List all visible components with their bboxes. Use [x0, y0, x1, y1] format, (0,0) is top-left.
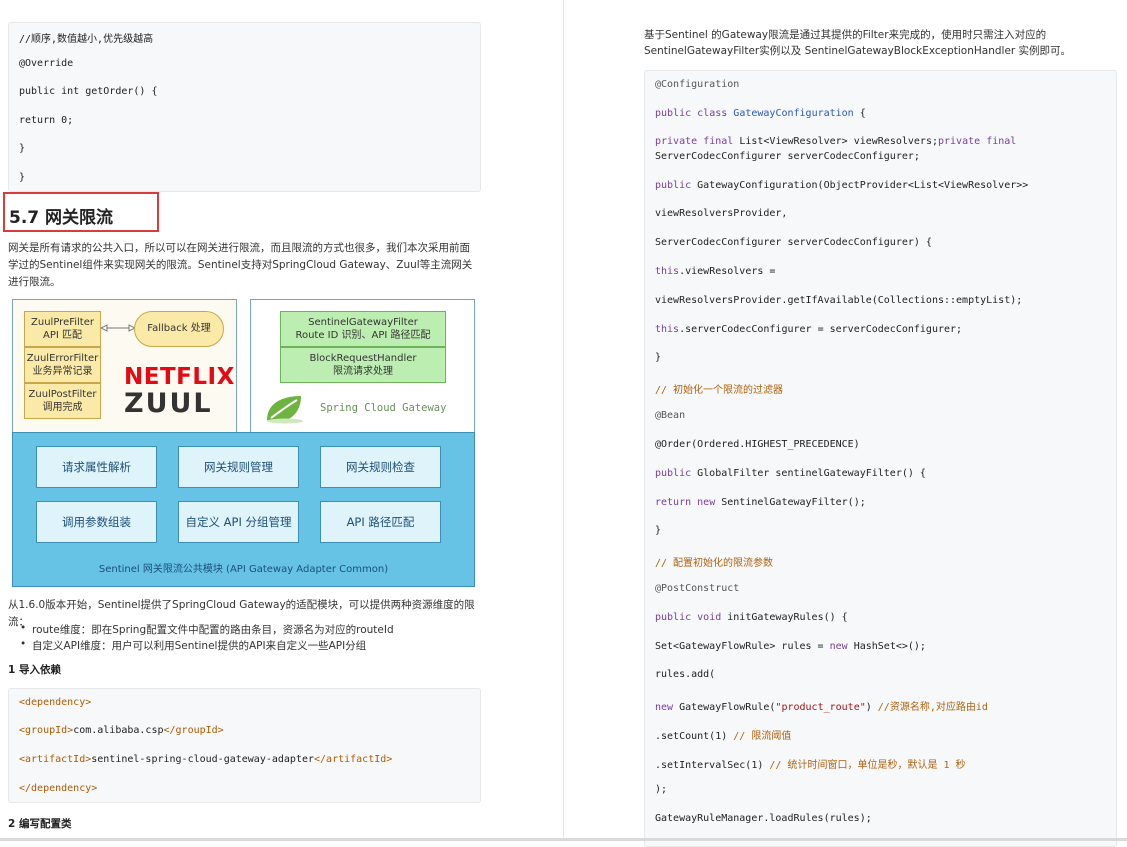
- filter-desc: API 匹配: [43, 330, 82, 341]
- code-line: public class GatewayConfiguration {: [655, 108, 866, 119]
- group-id-value: com.alibaba.csp: [73, 725, 164, 736]
- gateway-config-code-block: @Configuration public class GatewayConfig…: [644, 70, 1117, 847]
- code-line: return new SentinelGatewayFilter();: [655, 497, 866, 508]
- code-line: //顺序,数值越小,优先级越高: [19, 34, 154, 45]
- code-line: public void initGatewayRules() {: [655, 612, 848, 623]
- module-custom-api-group: 自定义 API 分组管理: [178, 501, 299, 543]
- code-line: private final List<ViewResolver> viewRes…: [655, 136, 1017, 147]
- code-line: viewResolversProvider,: [655, 208, 788, 219]
- fallback-handler: Fallback 处理: [134, 311, 224, 347]
- filter-desc: 调用完成: [42, 402, 83, 413]
- code-line: );: [655, 784, 668, 795]
- code-line: Set<GatewayFlowRule> rules = new HashSet…: [655, 641, 926, 652]
- code-tag: <artifactId>: [19, 754, 92, 765]
- module-api-path-matching: API 路径匹配: [320, 501, 441, 543]
- code-line: }: [19, 172, 26, 183]
- code-line: @PostConstruct: [655, 583, 740, 594]
- code-line: this.viewResolvers =: [655, 266, 776, 277]
- right-page: 基于Sentinel 的Gateway限流是通过其提供的Filter来完成的，使…: [564, 0, 1127, 847]
- top-code-block: //顺序,数值越小,优先级越高 @Override public int get…: [8, 22, 481, 192]
- code-line: ServerCodecConfigurer serverCodecConfigu…: [655, 237, 932, 248]
- code-line: // 初始化一个限流的过滤器: [655, 385, 784, 396]
- module-param-assembly: 调用参数组装: [36, 501, 157, 543]
- module-gateway-rule-checking: 网关规则检查: [320, 446, 441, 488]
- code-line: public GatewayConfiguration(ObjectProvid…: [655, 180, 1029, 191]
- zuul-panel: ZuulPreFilter API 匹配 ZuulErrorFilter 业务异…: [12, 299, 237, 434]
- dependency-code-block: <dependency> <groupId>com.alibaba.csp</g…: [8, 688, 481, 803]
- right-intro-line-1: 基于Sentinel 的Gateway限流是通过其提供的Filter来完成的，使…: [644, 29, 1047, 41]
- filter-desc: 业务异常记录: [32, 366, 93, 377]
- code-line: @Configuration: [655, 79, 740, 90]
- spring-leaf-icon: [267, 396, 303, 424]
- code-line: }: [655, 525, 662, 536]
- netflix-logo: NETFLIX: [124, 364, 235, 390]
- zuul-pre-filter: ZuulPreFilter API 匹配: [24, 311, 101, 347]
- step-write-config: 2 编写配置类: [8, 818, 72, 830]
- code-line: GatewayRuleManager.loadRules(rules);: [655, 813, 872, 824]
- zuul-post-filter: ZuulPostFilter 调用完成: [24, 383, 101, 419]
- code-line: @Order(Ordered.HIGHEST_PRECEDENCE): [655, 439, 860, 450]
- right-intro-line-2: SentinelGatewayFilter实例以及 SentinelGatewa…: [644, 45, 1072, 57]
- code-line: ServerCodecConfigurer serverCodecConfigu…: [655, 151, 920, 162]
- filter-name: ZuulPreFilter: [31, 317, 94, 328]
- code-line: @Bean: [655, 410, 686, 421]
- artifact-id-value: sentinel-spring-cloud-gateway-adapter: [91, 754, 315, 765]
- code-line: <artifactId>sentinel-spring-cloud-gatewa…: [19, 754, 392, 765]
- architecture-diagram: ZuulPreFilter API 匹配 ZuulErrorFilter 业务异…: [12, 299, 475, 587]
- fallback-arrow: [101, 324, 135, 332]
- code-line: @Override: [19, 58, 74, 69]
- filter-name: ZuulErrorFilter: [26, 353, 99, 364]
- common-module-label: Sentinel 网关限流公共模块 (API Gateway Adapter C…: [98, 564, 389, 575]
- spring-cloud-gateway-panel: SentinelGatewayFilter Route ID 识别、API 路径…: [250, 299, 475, 434]
- sentinel-common-module: 请求属性解析 网关规则管理 网关规则检查 调用参数组装 自定义 API 分组管理…: [12, 432, 475, 587]
- code-line: }: [19, 143, 26, 154]
- code-line: <dependency>: [19, 697, 92, 708]
- code-line: public GlobalFilter sentinelGatewayFilte…: [655, 468, 926, 479]
- sentinel-gateway-filter: SentinelGatewayFilter Route ID 识别、API 路径…: [280, 311, 446, 347]
- zuul-logo: ZUUL: [124, 388, 213, 419]
- code-line: viewResolversProvider.getIfAvailable(Col…: [655, 295, 1023, 306]
- module-gateway-rule-management: 网关规则管理: [178, 446, 299, 488]
- code-line: <groupId>com.alibaba.csp</groupId>: [19, 725, 224, 736]
- handler-desc: 限流请求处理: [333, 366, 393, 377]
- zuul-error-filter: ZuulErrorFilter 业务异常记录: [24, 347, 101, 383]
- code-line: // 配置初始化的限流参数: [655, 558, 774, 569]
- block-request-handler: BlockRequestHandler 限流请求处理: [280, 347, 446, 383]
- filter-desc: Route ID 识别、API 路径匹配: [295, 330, 431, 341]
- code-line: </dependency>: [19, 783, 98, 794]
- intro-paragraph: 网关是所有请求的公共入口，所以可以在网关进行限流，而且限流的方式也很多，我们本次…: [8, 242, 473, 288]
- code-line: .setCount(1) // 限流阈值: [655, 731, 792, 742]
- step-import-dependency: 1 导入依赖: [8, 664, 61, 676]
- code-line: public int getOrder() {: [19, 86, 158, 97]
- code-line: return 0;: [19, 115, 74, 126]
- code-line: rules.add(: [655, 669, 716, 680]
- code-line: new GatewayFlowRule("product_route") //资…: [655, 702, 988, 713]
- bullet-api-dimension: 自定义API维度：用户可以利用Sentinel提供的API来自定义一些API分组: [20, 638, 366, 653]
- code-line: .setIntervalSec(1) // 统计时间窗口，单位是秒，默认是 1 …: [655, 760, 966, 771]
- handler-name: BlockRequestHandler: [309, 353, 417, 364]
- code-tag: </groupId>: [163, 725, 224, 736]
- left-page: //顺序,数值越小,优先级越高 @Override public int get…: [0, 0, 563, 841]
- code-tag: </artifactId>: [314, 754, 393, 765]
- code-line: }: [655, 352, 662, 363]
- module-request-attribute-parsing: 请求属性解析: [36, 446, 157, 488]
- section-heading: 5.7 网关限流: [9, 208, 114, 228]
- code-tag: <groupId>: [19, 725, 74, 736]
- spring-cloud-gateway-logo-text: Spring Cloud Gateway: [320, 402, 447, 414]
- code-line: this.serverCodecConfigurer = serverCodec…: [655, 324, 963, 335]
- filter-name: ZuulPostFilter: [28, 389, 97, 400]
- bullet-route-dimension: route维度：即在Spring配置文件中配置的路由条目，资源名为对应的rout…: [20, 622, 394, 637]
- filter-name: SentinelGatewayFilter: [308, 317, 418, 328]
